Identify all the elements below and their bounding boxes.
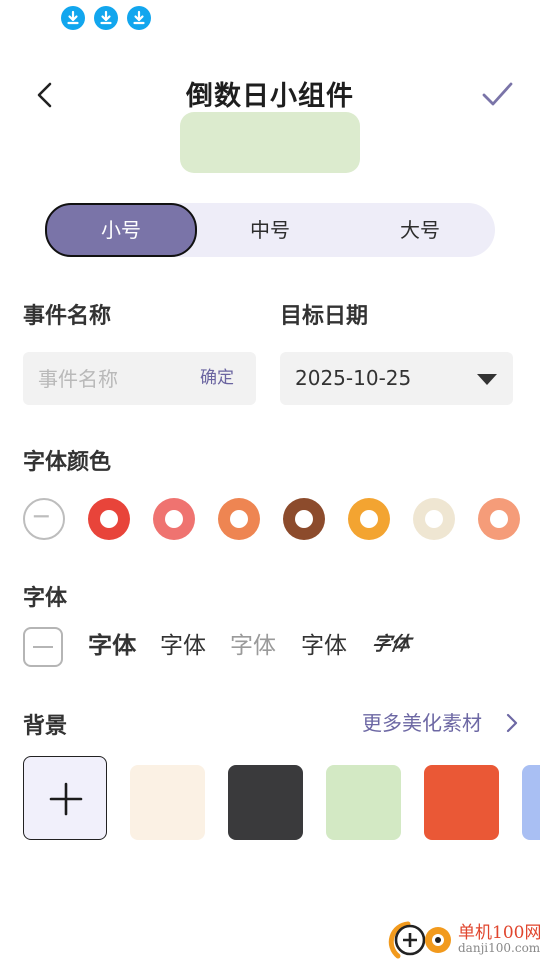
color-option-orange[interactable] xyxy=(218,498,260,540)
watermark-url: danji100.com xyxy=(458,941,540,955)
font-option-regular[interactable]: 字体 xyxy=(160,628,206,664)
background-swatch-dark[interactable] xyxy=(228,765,303,840)
font-option-serif[interactable]: 字体 xyxy=(301,628,347,664)
add-background-button[interactable] xyxy=(23,756,107,840)
widget-preview xyxy=(180,112,360,173)
event-name-label: 事件名称 xyxy=(23,304,112,329)
size-option-large[interactable]: 大号 xyxy=(345,203,495,257)
checkmark-icon[interactable] xyxy=(480,78,514,112)
plus-icon xyxy=(49,782,83,816)
size-option-small[interactable]: 小号 xyxy=(45,203,197,257)
background-swatch-blue[interactable] xyxy=(522,765,540,840)
font-option-light[interactable]: 字体 xyxy=(230,628,276,664)
date-value: 2025-10-25 xyxy=(295,366,412,390)
dropdown-caret-icon xyxy=(477,374,497,385)
target-date-label: 目标日期 xyxy=(280,304,369,329)
background-swatch-red[interactable] xyxy=(424,765,499,840)
confirm-name-button[interactable]: 确定 xyxy=(200,352,234,405)
size-option-medium[interactable]: 中号 xyxy=(195,203,345,257)
color-option-brown[interactable] xyxy=(283,498,325,540)
color-option-red[interactable] xyxy=(88,498,130,540)
watermark-logo xyxy=(388,916,458,960)
color-option-pink[interactable] xyxy=(153,498,195,540)
page-title: 倒数日小组件 xyxy=(186,81,354,112)
download-icon xyxy=(61,6,85,30)
font-color-label: 字体颜色 xyxy=(23,450,112,475)
background-swatch-green[interactable] xyxy=(326,765,401,840)
font-label: 字体 xyxy=(23,586,68,611)
event-name-input[interactable] xyxy=(38,352,188,405)
color-option-salmon[interactable] xyxy=(478,498,520,540)
background-label: 背景 xyxy=(23,714,68,739)
chevron-right-icon[interactable] xyxy=(502,711,522,735)
more-materials-link[interactable]: 更多美化素材 xyxy=(362,708,482,738)
font-option-bold[interactable]: 字体 xyxy=(88,628,136,664)
download-icon xyxy=(94,6,118,30)
watermark-brand: 单机100网 xyxy=(458,923,540,943)
background-swatch-cream[interactable] xyxy=(130,765,205,840)
color-none-option[interactable] xyxy=(23,498,65,540)
font-none-option[interactable] xyxy=(23,627,63,667)
color-option-amber[interactable] xyxy=(348,498,390,540)
font-option-calligraphy[interactable]: 字体 xyxy=(369,626,413,662)
color-option-cream[interactable] xyxy=(413,498,455,540)
download-icon xyxy=(127,6,151,30)
